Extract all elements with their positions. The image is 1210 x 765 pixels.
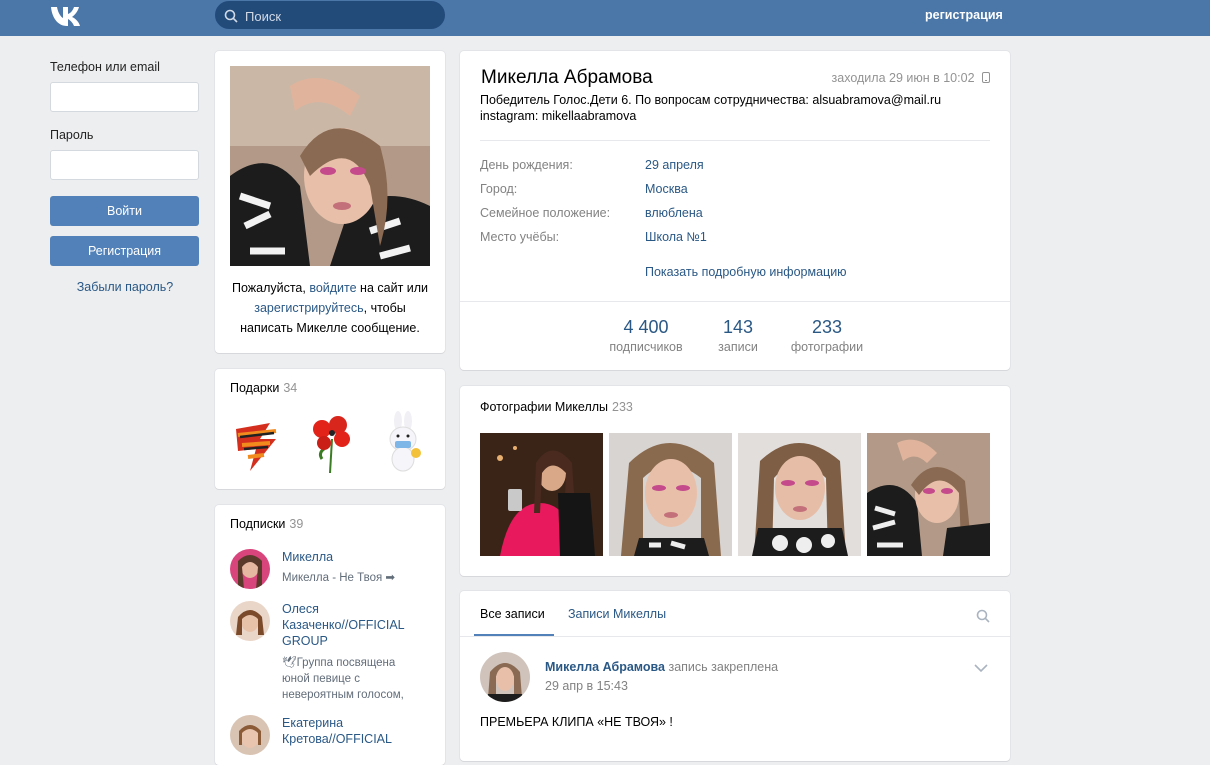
login-prompt-text: Пожалуйста, войдите на сайт или зарегист… bbox=[230, 278, 430, 338]
counter-label: записи bbox=[718, 340, 758, 354]
register-inline-link[interactable]: зарегистрируйтесь bbox=[254, 301, 363, 315]
show-details-link[interactable]: Показать подробную информацию bbox=[645, 265, 847, 279]
search-box[interactable] bbox=[215, 1, 445, 29]
gift-item[interactable] bbox=[370, 409, 434, 475]
subscriptions-title[interactable]: Подписки 39 bbox=[230, 517, 303, 531]
photos-count: 233 bbox=[612, 400, 633, 414]
avatar[interactable] bbox=[230, 715, 270, 755]
gifts-title-label: Подарки bbox=[230, 381, 280, 395]
prompt-text-2: на сайт или bbox=[356, 281, 429, 295]
phone-label: Телефон или email bbox=[50, 60, 160, 74]
counter-photos[interactable]: 233 фотографии bbox=[787, 317, 867, 354]
avatar[interactable] bbox=[230, 549, 270, 589]
counter-number: 4 400 bbox=[623, 317, 669, 337]
photos-title-label: Фотографии Микеллы bbox=[480, 400, 609, 414]
login-link[interactable]: войдите bbox=[309, 281, 356, 295]
post-author-name[interactable]: Микелла Абрамова bbox=[545, 660, 665, 674]
tab-own-posts[interactable]: Записи Микеллы bbox=[568, 607, 666, 621]
profile-info-card: Микелла Абрамова заходила 29 июн в 10:02… bbox=[460, 51, 1010, 370]
info-value[interactable]: 29 апреля bbox=[645, 158, 704, 172]
status-line-1: Победитель Голос.Дети 6. По вопросам сот… bbox=[480, 93, 942, 107]
forgot-password-link[interactable]: Забыли пароль? bbox=[50, 280, 200, 294]
subscription-desc: Микелла - Не Твоя ➡ bbox=[282, 572, 396, 584]
divider bbox=[460, 636, 1010, 637]
phone-email-input[interactable] bbox=[50, 82, 199, 112]
photo-thumbnail[interactable] bbox=[867, 433, 990, 556]
vk-logo-icon[interactable] bbox=[50, 4, 84, 26]
subscriptions-card: Подписки 39 Микелла Микелла - Не Твоя ➡ О… bbox=[215, 505, 445, 765]
info-value[interactable]: Школа №1 bbox=[645, 230, 707, 244]
post-text: ПРЕМЬЕРА КЛИПА «НЕ ТВОЯ» ! bbox=[480, 715, 673, 729]
info-value[interactable]: влюблена bbox=[645, 206, 703, 220]
info-label: Место учёбы: bbox=[480, 230, 560, 244]
info-value[interactable]: Москва bbox=[645, 182, 688, 196]
search-input[interactable] bbox=[243, 5, 437, 27]
profile-status: Победитель Голос.Дети 6. По вопросам сот… bbox=[480, 92, 990, 124]
info-label: Семейное положение: bbox=[480, 206, 611, 220]
divider bbox=[480, 140, 990, 141]
password-label: Пароль bbox=[50, 128, 94, 142]
avatar-card: Пожалуйста, войдите на сайт или зарегист… bbox=[215, 51, 445, 353]
counter-followers[interactable]: 4 400 подписчиков bbox=[606, 317, 686, 354]
subscription-name[interactable]: Микелла bbox=[282, 549, 422, 565]
info-label: Город: bbox=[480, 182, 518, 196]
gifts-count: 34 bbox=[283, 381, 298, 395]
avatar[interactable] bbox=[230, 601, 270, 641]
post-header: Микелла Абрамова запись закреплена bbox=[545, 660, 778, 674]
subscription-name[interactable]: Екатерина Кретова//OFFICIAL bbox=[282, 715, 422, 747]
top-header: регистрация bbox=[0, 0, 1210, 36]
chevron-down-icon[interactable] bbox=[974, 663, 988, 673]
login-button[interactable]: Войти bbox=[50, 196, 199, 226]
search-icon[interactable] bbox=[976, 609, 990, 623]
search-icon bbox=[224, 9, 238, 23]
photos-title[interactable]: Фотографии Микеллы 233 bbox=[480, 400, 633, 414]
post-author-avatar[interactable] bbox=[480, 652, 530, 702]
photo-thumbnail[interactable] bbox=[480, 433, 603, 556]
post-date[interactable]: 29 апр в 15:43 bbox=[545, 679, 628, 693]
status-line-2: instagram: mikellaabramova bbox=[480, 109, 637, 123]
password-input[interactable] bbox=[50, 150, 199, 180]
header-register-link[interactable]: регистрация bbox=[925, 8, 1003, 22]
login-form: Телефон или email Пароль Войти Регистрац… bbox=[50, 60, 200, 294]
prompt-text-1: Пожалуйста, bbox=[231, 281, 310, 295]
gifts-title[interactable]: Подарки 34 bbox=[230, 381, 297, 395]
photo-thumbnail[interactable] bbox=[738, 433, 861, 556]
subscriptions-title-label: Подписки bbox=[230, 517, 286, 531]
photos-card: Фотографии Микеллы 233 bbox=[460, 386, 1010, 576]
subscriptions-count: 39 bbox=[289, 517, 304, 531]
profile-name: Микелла Абрамова bbox=[481, 67, 653, 88]
counter-number: 143 bbox=[722, 317, 754, 337]
last-seen-status: заходила 29 июн в 10:02 bbox=[832, 71, 990, 85]
tab-all-posts[interactable]: Все записи bbox=[480, 607, 545, 621]
last-seen-text: заходила 29 июн в 10:02 bbox=[831, 71, 975, 85]
info-label: День рождения: bbox=[480, 158, 573, 172]
profile-photo[interactable] bbox=[230, 66, 430, 266]
subscription-desc: 🕊Группа посвящена юной певице с невероят… bbox=[282, 657, 404, 701]
subscription-name[interactable]: Олеся Казаченко//OFFICIAL GROUP bbox=[282, 601, 422, 649]
gift-item[interactable] bbox=[230, 409, 294, 475]
mobile-icon bbox=[982, 72, 990, 83]
counter-label: подписчиков bbox=[609, 340, 683, 354]
gift-item[interactable] bbox=[300, 409, 364, 475]
register-button[interactable]: Регистрация bbox=[50, 236, 199, 266]
wall-card: Все записи Записи Микеллы Микелла Абрамо… bbox=[460, 591, 1010, 761]
pinned-label: запись закреплена bbox=[668, 660, 779, 674]
gifts-card: Подарки 34 bbox=[215, 369, 445, 489]
counter-label: фотографии bbox=[790, 340, 864, 354]
divider bbox=[460, 301, 1010, 302]
counter-number: 233 bbox=[811, 317, 843, 337]
photo-thumbnail[interactable] bbox=[609, 433, 732, 556]
counter-posts[interactable]: 143 записи bbox=[708, 317, 768, 354]
